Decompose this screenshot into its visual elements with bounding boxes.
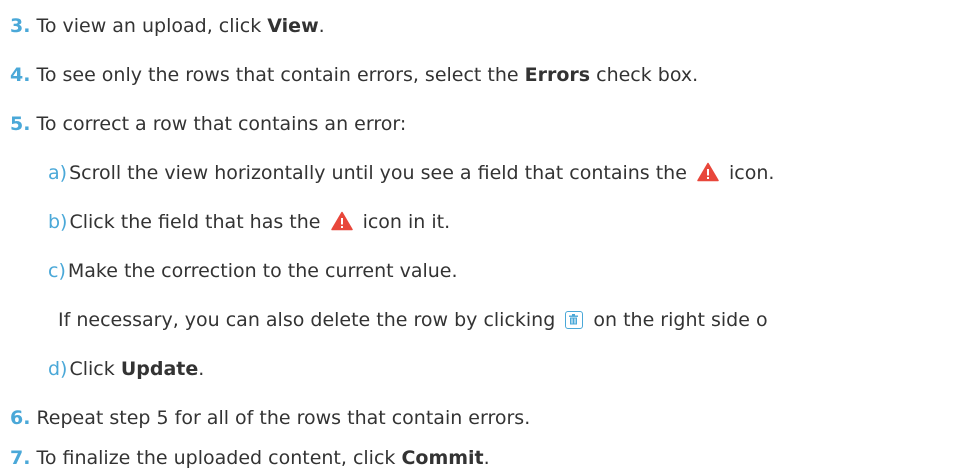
ui-term-update: Update: [120, 358, 199, 380]
note-text: If necessary, you can also delete the ro…: [58, 309, 562, 331]
step-number: 5.: [10, 113, 31, 135]
delete-row-button[interactable]: [565, 311, 584, 329]
substep-letter: b): [48, 211, 68, 233]
step-number: 3.: [10, 15, 31, 37]
substep-b: b) Click the field that has the icon in i…: [48, 211, 451, 233]
warning-triangle-icon: [330, 211, 353, 231]
substep-text: Click the field that has the: [69, 211, 327, 233]
substep-letter: a): [48, 162, 68, 184]
step-7: 7. To finalize the uploaded content, clic…: [10, 447, 490, 469]
step-5: 5. To correct a row that contains an erro…: [10, 112, 406, 136]
substep-c: c) Make the correction to the current val…: [48, 259, 458, 283]
trash-icon: [569, 314, 579, 325]
instructions-page: 3. To view an upload, click View. 4. To se…: [0, 0, 971, 470]
step-number: 7.: [10, 447, 31, 469]
step-text: To finalize the uploaded content, click: [36, 447, 402, 469]
step-text: To view an upload, click: [36, 15, 268, 37]
substep-letter: d): [48, 358, 68, 380]
step-number: 4.: [10, 64, 31, 86]
step-3: 3. To view an upload, click View.: [10, 15, 325, 37]
step-text: Repeat step 5 for all of the rows that c…: [36, 407, 531, 429]
step-6: 6. Repeat step 5 for all of the rows that…: [10, 406, 530, 430]
substep-note: If necessary, you can also delete the ro…: [58, 309, 768, 331]
step-number: 6.: [10, 407, 31, 429]
substep-letter: c): [48, 260, 66, 282]
step-4: 4. To see only the rows that contain erro…: [10, 64, 699, 86]
substep-a: a) Scroll the view horizontally until you…: [48, 162, 775, 184]
ui-term-errors: Errors: [524, 64, 591, 86]
substep-text: Make the correction to the current value…: [67, 260, 458, 282]
substep-text: Scroll the view horizontally until you s…: [69, 162, 693, 184]
substep-d: d) Click Update.: [48, 358, 205, 380]
step-text: To see only the rows that contain errors…: [36, 64, 525, 86]
substep-text: Click: [69, 358, 121, 380]
warning-triangle-icon: [697, 162, 719, 182]
ui-term-view: View: [267, 15, 319, 37]
step-text: To correct a row that contains an error:: [36, 113, 407, 135]
ui-term-commit: Commit: [401, 447, 484, 469]
